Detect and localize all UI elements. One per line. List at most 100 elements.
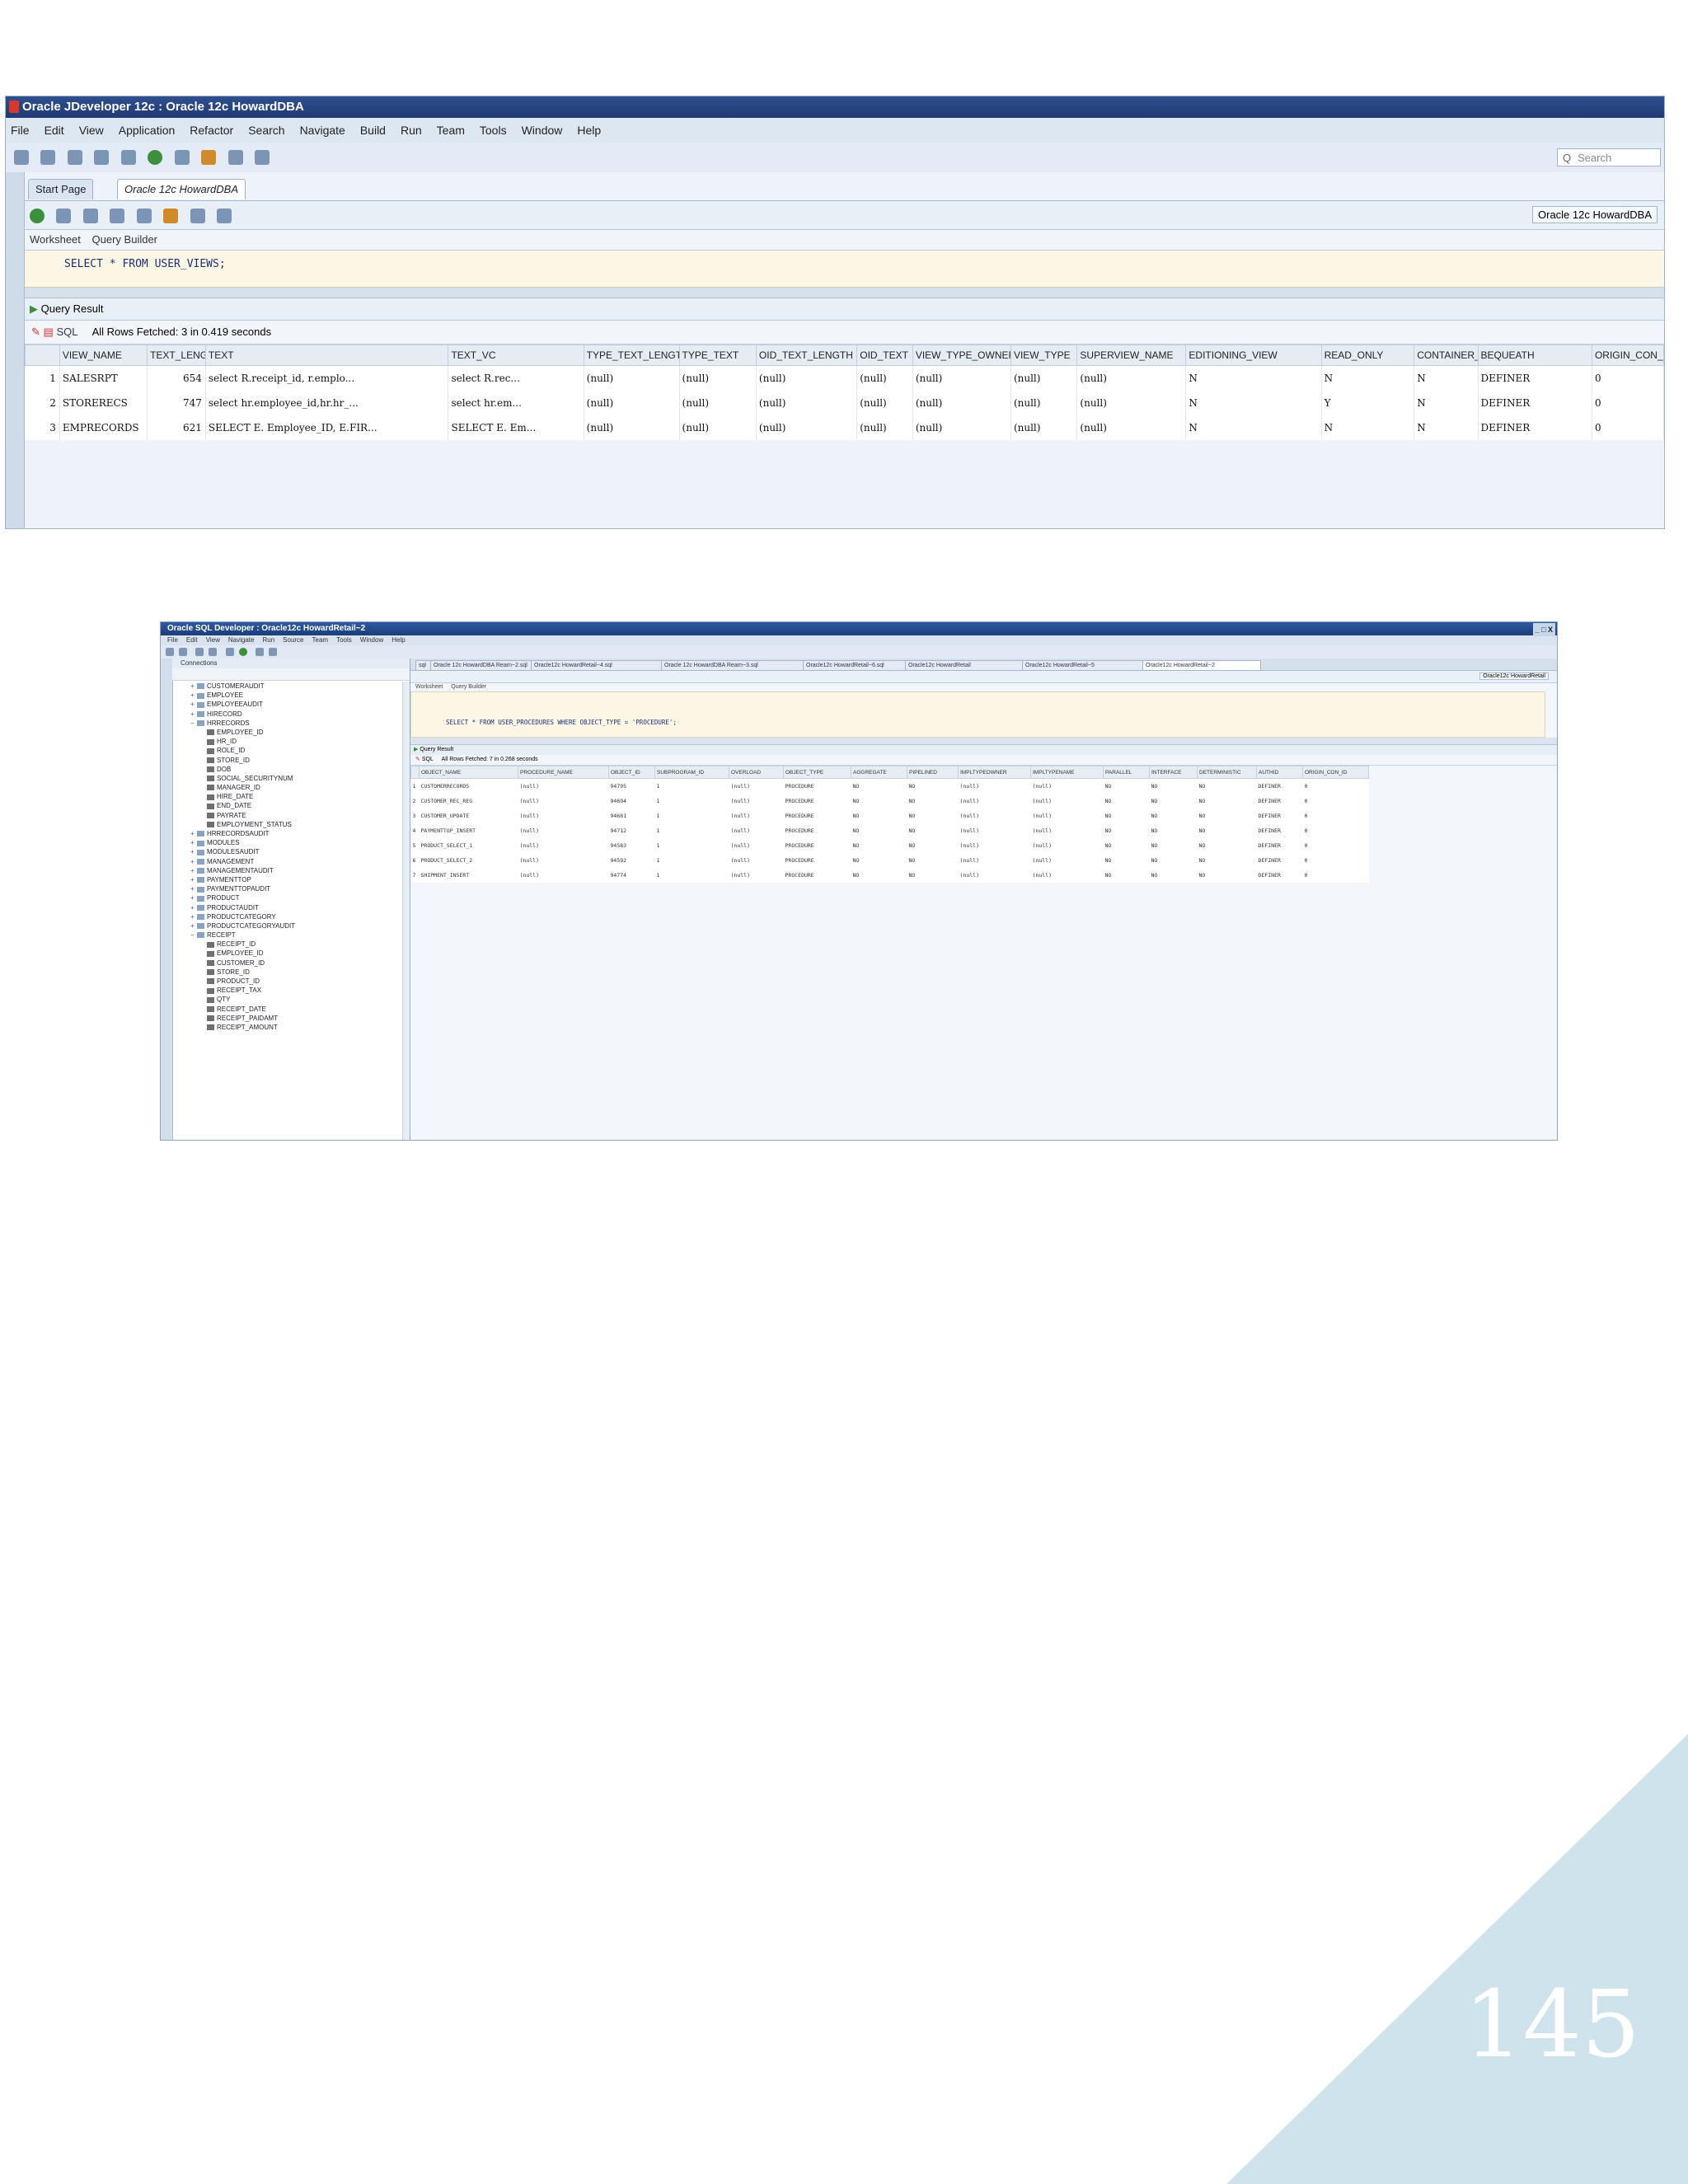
- explain-plan-icon[interactable]: [136, 209, 152, 223]
- reports-strip[interactable]: [161, 658, 173, 1140]
- panel-splitter[interactable]: [410, 738, 1557, 745]
- tree-table-node[interactable]: − RECEIPT: [172, 930, 401, 940]
- save-icon[interactable]: [195, 648, 204, 656]
- menu-item-edit[interactable]: Edit: [186, 636, 198, 644]
- column-header[interactable]: OVERLOAD: [729, 766, 784, 779]
- column-header[interactable]: BEQUEATH: [1477, 344, 1592, 366]
- column-header[interactable]: OID_TEXT: [856, 344, 913, 366]
- menu-item-edit[interactable]: Edit: [45, 124, 64, 137]
- expand-icon[interactable]: +: [190, 921, 197, 930]
- export-icon[interactable]: ▤: [44, 326, 54, 338]
- tree-table-node[interactable]: + MODULES: [172, 838, 401, 847]
- menu-item-build[interactable]: Build: [360, 124, 386, 137]
- menu-item-window[interactable]: Window: [360, 636, 383, 644]
- menu-item-window[interactable]: Window: [522, 124, 563, 137]
- tab-worksheet[interactable]: Worksheet: [415, 684, 443, 690]
- tree-column-node[interactable]: DOB: [172, 765, 401, 774]
- menu-item-refactor[interactable]: Refactor: [190, 124, 233, 137]
- save-all-icon[interactable]: [94, 150, 110, 165]
- new-file-icon[interactable]: [14, 150, 29, 165]
- table-row[interactable]: 3 EMPRECORDS 621 SELECT E. Employee_ID, E.F…: [25, 415, 1664, 440]
- collapse-icon[interactable]: −: [190, 930, 197, 940]
- document-tab[interactable]: Oracle12c HowardRetail~6.sql: [803, 660, 908, 671]
- tab-worksheet[interactable]: Worksheet: [30, 233, 81, 246]
- document-tab[interactable]: Oracle12c HowardRetail~5: [1022, 660, 1146, 671]
- expand-icon[interactable]: +: [190, 838, 197, 847]
- menu-item-view[interactable]: View: [79, 124, 104, 137]
- tree-column-node[interactable]: RECEIPT_ID: [172, 940, 401, 949]
- run-icon[interactable]: [148, 150, 163, 165]
- table-row[interactable]: 2 STORERECS 747 select hr.employee_id,hr.hr…: [25, 391, 1664, 415]
- collapse-icon[interactable]: −: [190, 719, 197, 728]
- tree-table-node[interactable]: + EMPLOYEEAUDIT: [172, 700, 401, 709]
- debug-icon[interactable]: [174, 150, 190, 165]
- column-header[interactable]: PARALLEL: [1103, 766, 1150, 779]
- column-header[interactable]: OBJECT_NAME: [419, 766, 518, 779]
- connection-selector[interactable]: Oracle12c HowardRetail: [1479, 673, 1549, 680]
- tree-column-node[interactable]: RECEIPT_DATE: [172, 1005, 401, 1014]
- save-icon[interactable]: [67, 150, 82, 165]
- tree-column-node[interactable]: STORE_ID: [172, 756, 401, 765]
- column-header[interactable]: PROCEDURE_NAME: [518, 766, 609, 779]
- column-header[interactable]: CONTAINER_DATA: [1414, 344, 1479, 366]
- column-header[interactable]: ORIGIN_CON_ID: [1591, 344, 1664, 366]
- table-row[interactable]: 1 CUSTOMERRECORDS (null) 94795 1 (null) PROCED…: [411, 779, 1369, 794]
- column-header[interactable]: VIEW_TYPE: [1010, 344, 1078, 366]
- tree-table-node[interactable]: + MANAGEMENT: [172, 857, 401, 866]
- column-header[interactable]: OBJECT_ID: [608, 766, 655, 779]
- pin-icon[interactable]: ✎: [31, 326, 40, 338]
- build-icon[interactable]: [201, 150, 217, 165]
- tab-query-builder[interactable]: Query Builder: [451, 684, 486, 690]
- run-icon[interactable]: [238, 648, 247, 656]
- rollback-icon[interactable]: [110, 209, 125, 223]
- menu-item-help[interactable]: Help: [577, 124, 601, 137]
- tree-scrollbar[interactable]: [402, 682, 410, 1140]
- table-row[interactable]: 1 SALESRPT 654 select R.receipt_id, r.emplo…: [25, 365, 1664, 391]
- table-row[interactable]: 6 PRODUCT_SELECT_2 (null) 94592 1 (null) PROCE…: [411, 853, 1369, 868]
- expand-icon[interactable]: +: [190, 866, 197, 875]
- sql-button[interactable]: SQL: [56, 326, 77, 338]
- document-tab[interactable]: Oracle 12c HowardDBA Rearn~2.sql: [430, 660, 534, 671]
- tree-column-node[interactable]: CUSTOMER_ID: [172, 958, 401, 968]
- column-header[interactable]: DETERMINISTIC: [1197, 766, 1257, 779]
- column-header[interactable]: OID_TEXT_LENGTH: [755, 344, 858, 366]
- menu-item-team[interactable]: Team: [312, 636, 329, 644]
- menu-item-run[interactable]: Run: [401, 124, 422, 137]
- tree-table-node[interactable]: + PRODUCTAUDIT: [172, 903, 401, 912]
- column-header[interactable]: AGGREGATE: [851, 766, 907, 779]
- tree-table-node[interactable]: + PRODUCTCATEGORYAUDIT: [172, 921, 401, 930]
- redo-icon[interactable]: [225, 648, 234, 656]
- tree-column-node[interactable]: QTY: [172, 995, 401, 1004]
- run-statement-icon[interactable]: [30, 209, 45, 223]
- connection-selector[interactable]: Oracle 12c HowardDBA: [1532, 206, 1658, 223]
- tree-table-node[interactable]: + MODULESAUDIT: [172, 847, 401, 856]
- menu-item-search[interactable]: Search: [248, 124, 284, 137]
- expand-icon[interactable]: +: [190, 847, 197, 856]
- document-tab[interactable]: Oracle 12c HowardDBA Rearn~3.sql: [661, 660, 806, 671]
- column-header[interactable]: SUPERVIEW_NAME: [1076, 344, 1187, 366]
- expand-icon[interactable]: +: [190, 691, 197, 700]
- column-header[interactable]: EDITIONING_VIEW: [1185, 344, 1322, 366]
- table-row[interactable]: 2 CUSTOMER_REC_REG (null) 94694 1 (null) PROCE…: [411, 794, 1369, 808]
- back-icon[interactable]: [256, 648, 265, 656]
- tree-table-node[interactable]: + PAYMENTTOP: [172, 875, 401, 884]
- expand-icon[interactable]: +: [190, 912, 197, 921]
- tree-table-node[interactable]: + HRRECORDSAUDIT: [172, 829, 401, 838]
- tree-table-node[interactable]: + EMPLOYEE: [172, 691, 401, 700]
- window-controls[interactable]: _ □ X: [1532, 623, 1555, 636]
- run-script-icon[interactable]: [56, 209, 72, 223]
- undo-icon[interactable]: [120, 150, 136, 165]
- menu-item-help[interactable]: Help: [392, 636, 405, 644]
- tree-column-node[interactable]: PRODUCT_ID: [172, 977, 401, 986]
- tree-column-node[interactable]: ROLE_ID: [172, 746, 401, 755]
- column-header[interactable]: INTERFACE: [1149, 766, 1198, 779]
- column-header[interactable]: ORIGIN_CON_ID: [1302, 766, 1369, 779]
- menu-item-navigate[interactable]: Navigate: [300, 124, 345, 137]
- clear-icon[interactable]: [190, 209, 205, 223]
- document-tab[interactable]: Oracle12c HowardRetail: [905, 660, 1025, 671]
- expand-icon[interactable]: +: [190, 829, 197, 838]
- expand-icon[interactable]: +: [190, 903, 197, 912]
- column-header[interactable]: TEXT_LENGTH: [147, 344, 206, 366]
- tab-start-page[interactable]: Start Page: [28, 179, 94, 199]
- expand-icon[interactable]: +: [190, 893, 197, 902]
